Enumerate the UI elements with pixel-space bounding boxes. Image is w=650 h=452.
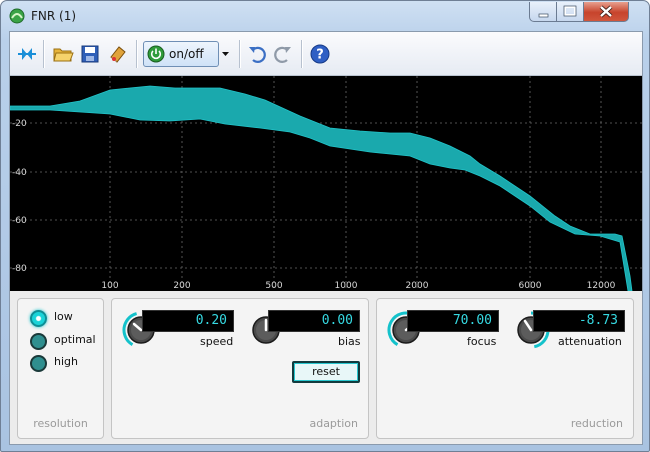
preset-eraser-icon[interactable]: [106, 43, 128, 65]
attenuation-label: attenuation: [558, 335, 622, 348]
toolbar-separator: [136, 40, 137, 68]
save-icon[interactable]: [79, 43, 101, 65]
x-tick-label: 100: [101, 281, 118, 291]
undo-icon[interactable]: [246, 43, 268, 65]
radio-icon: [30, 310, 47, 327]
speed-label: speed: [200, 335, 234, 348]
close-button[interactable]: [583, 2, 629, 22]
help-icon[interactable]: ?: [309, 43, 331, 65]
redo-icon[interactable]: [272, 43, 294, 65]
y-tick-label: -60: [12, 216, 27, 226]
x-tick-label: 200: [173, 281, 190, 291]
controls-area: low optimal high resolution 0.20 speed 0…: [10, 291, 642, 444]
reduction-panel: 70.00 focus -8.73 attenuation reduction: [376, 298, 634, 439]
radio-label: low: [54, 310, 73, 323]
y-tick-label: -20: [12, 119, 27, 129]
minimize-icon: [538, 13, 549, 18]
x-tick-label: 1000: [335, 281, 358, 291]
radio-label: high: [54, 355, 78, 368]
toolbar-separator: [43, 40, 44, 68]
panel-label: resolution: [33, 417, 88, 430]
spectrum-plot: -20 -40 -60 -80 100 200 500 1000 2000 60…: [10, 76, 642, 291]
toolbar: on/off ?: [10, 32, 642, 76]
title-bar[interactable]: FNR (1): [1, 1, 649, 31]
x-tick-label: 500: [265, 281, 282, 291]
window-title: FNR (1): [31, 9, 77, 23]
power-icon: [147, 45, 165, 63]
focus-label: focus: [467, 335, 497, 348]
maximize-button[interactable]: [556, 2, 584, 22]
radio-label: optimal: [54, 333, 96, 346]
y-tick-label: -80: [12, 264, 27, 274]
resolution-panel: low optimal high resolution: [17, 298, 104, 439]
toolbar-separator: [301, 40, 302, 68]
maximize-icon: [563, 5, 577, 17]
minimize-button[interactable]: [529, 2, 557, 22]
focus-display[interactable]: 70.00: [407, 310, 499, 332]
spectrum-band: [10, 85, 633, 291]
radio-icon: [30, 333, 47, 350]
x-tick-label: 2000: [406, 281, 429, 291]
on-off-label: on/off: [169, 47, 204, 61]
x-axis-labels: 100 200 500 1000 2000 6000 12000: [101, 281, 615, 291]
reset-button[interactable]: reset: [292, 361, 360, 383]
x-tick-label: 12000: [587, 281, 616, 291]
speed-display[interactable]: 0.20: [142, 310, 234, 332]
open-folder-icon[interactable]: [52, 43, 74, 65]
attenuation-display[interactable]: -8.73: [533, 310, 625, 332]
y-axis-labels: -20 -40 -60 -80: [12, 119, 27, 274]
panel-label: adaption: [309, 417, 358, 430]
on-off-button[interactable]: on/off: [143, 41, 219, 67]
y-tick-label: -40: [12, 168, 27, 178]
toolbar-separator: [239, 40, 240, 68]
plugin-window: FNR (1) on/off ? -20 -40 -60 -80 100 200…: [0, 0, 650, 452]
close-icon: [599, 5, 613, 18]
bias-display[interactable]: 0.00: [268, 310, 360, 332]
bias-label: bias: [338, 335, 361, 348]
adaption-panel: 0.20 speed 0.00 bias reset adaption: [111, 298, 369, 439]
plugin-client: on/off ? -20 -40 -60 -80 100 200 500 100…: [9, 31, 643, 445]
svg-text:?: ?: [316, 48, 324, 63]
radio-icon: [30, 355, 47, 372]
panel-label: reduction: [570, 417, 623, 430]
spectrum-graph[interactable]: -20 -40 -60 -80 100 200 500 1000 2000 60…: [10, 76, 642, 291]
x-tick-label: 6000: [519, 281, 542, 291]
chevron-down-icon[interactable]: [219, 41, 232, 67]
app-icon: [9, 8, 25, 24]
bypass-icon[interactable]: [16, 43, 38, 65]
